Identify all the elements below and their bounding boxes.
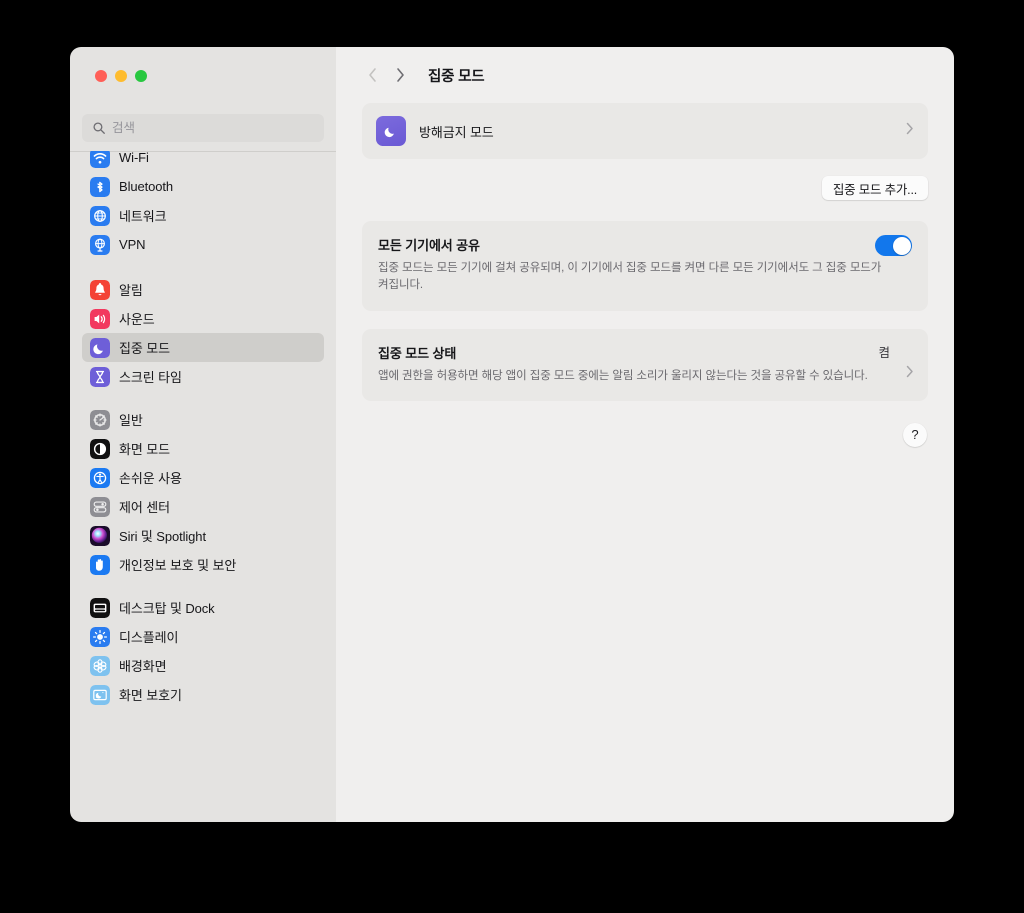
share-across-devices-card: 모든 기기에서 공유 집중 모드는 모든 기기에 걸쳐 공유되며, 이 기기에서… — [362, 221, 928, 311]
appearance-icon — [90, 438, 110, 459]
sidebar-item-network[interactable]: 네트워크 — [82, 201, 324, 230]
sidebar-group-notifications: 알림 사운드 집중 모드 스크린 타임 — [82, 275, 324, 391]
sidebar-item-label: Wi-Fi — [119, 151, 149, 165]
sidebar-item-screen-time[interactable]: 스크린 타임 — [82, 362, 324, 391]
sidebar-item-displays[interactable]: 디스플레이 — [82, 622, 324, 651]
add-focus-row: 집중 모드 추가... — [362, 176, 928, 200]
hourglass-icon — [90, 366, 110, 387]
search-field-wrapper — [82, 114, 324, 142]
sidebar-item-label: 스크린 타임 — [119, 370, 182, 385]
wifi-icon — [90, 151, 110, 168]
system-settings-window: Wi-Fi Bluetooth — [70, 47, 954, 822]
sidebar-item-label: 화면 보호기 — [119, 688, 182, 703]
sidebar-item-label: 일반 — [119, 413, 143, 428]
focus-status-description: 앱에 권한을 허용하면 해당 앱이 집중 모드 중에는 알림 소리가 울리지 않… — [378, 369, 868, 382]
network-globe-icon — [90, 205, 110, 226]
sidebar-item-label: 집중 모드 — [119, 341, 170, 356]
minimize-button[interactable] — [115, 70, 127, 82]
sidebar-item-label: 데스크탑 및 Dock — [119, 601, 215, 616]
screensaver-icon — [90, 684, 110, 705]
control-center-icon — [90, 496, 110, 517]
sidebar-group-desktop: 데스크탑 및 Dock 디스플레이 배경화면 화면 보호기 — [82, 593, 324, 709]
chevron-right-icon — [906, 365, 914, 383]
sidebar: Wi-Fi Bluetooth — [70, 47, 336, 822]
siri-icon — [90, 525, 110, 546]
forward-button[interactable] — [386, 61, 414, 89]
add-focus-button[interactable]: 집중 모드 추가... — [821, 176, 928, 200]
privacy-hand-icon — [90, 554, 110, 575]
toolbar: 집중 모드 — [336, 47, 954, 103]
sidebar-item-wifi[interactable]: Wi-Fi — [82, 151, 324, 172]
desktop-dock-icon — [90, 597, 110, 618]
moon-icon — [376, 116, 406, 146]
sidebar-item-sound[interactable]: 사운드 — [82, 304, 324, 333]
share-section-title: 모든 기기에서 공유 — [378, 238, 480, 253]
vpn-globe-icon — [90, 234, 110, 255]
chevron-right-icon — [906, 122, 914, 140]
sidebar-item-siri-spotlight[interactable]: Siri 및 Spotlight — [82, 521, 324, 550]
focus-modes-card: 방해금지 모드 — [362, 103, 928, 159]
window-traffic-lights — [95, 70, 147, 82]
share-section-description: 집중 모드는 모든 기기에 걸쳐 공유되며, 이 기기에서 집중 모드를 켜면 … — [378, 262, 882, 292]
display-brightness-icon — [90, 626, 110, 647]
sidebar-item-control-center[interactable]: 제어 센터 — [82, 492, 324, 521]
chevron-right-icon — [396, 68, 404, 82]
sidebar-item-label: 제어 센터 — [119, 500, 170, 515]
search-input[interactable] — [82, 114, 324, 142]
speaker-icon — [90, 308, 110, 329]
bluetooth-icon — [90, 176, 110, 197]
sidebar-item-appearance[interactable]: 화면 모드 — [82, 434, 324, 463]
focus-status-title: 집중 모드 상태 — [378, 345, 457, 361]
sidebar-item-privacy-security[interactable]: 개인정보 보호 및 보안 — [82, 550, 324, 579]
focus-mode-row-do-not-disturb[interactable]: 방해금지 모드 — [362, 103, 928, 159]
sidebar-group-network: Wi-Fi Bluetooth 네트워크 VPN — [82, 151, 324, 259]
chevron-left-icon — [368, 68, 376, 82]
focus-status-card[interactable]: 집중 모드 상태 앱에 권한을 허용하면 해당 앱이 집중 모드 중에는 알림 … — [362, 328, 928, 401]
sidebar-item-label: 네트워크 — [119, 209, 167, 224]
sidebar-scroll-area[interactable]: Wi-Fi Bluetooth 네트워크 VPN 알림 사운드 집중 모드 스크… — [70, 151, 336, 822]
maximize-button[interactable] — [135, 70, 147, 82]
close-button[interactable] — [95, 70, 107, 82]
sidebar-item-vpn[interactable]: VPN — [82, 230, 324, 259]
bell-icon — [90, 279, 110, 300]
toggle-knob — [892, 236, 911, 255]
main-pane: 집중 모드 방해금지 모드 집중 모드 추가... 모든 기기에서 공유 집중 … — [336, 47, 954, 822]
sidebar-item-general[interactable]: 일반 — [82, 405, 324, 434]
sidebar-item-label: 개인정보 보호 및 보안 — [119, 558, 237, 573]
sidebar-item-wallpaper[interactable]: 배경화면 — [82, 651, 324, 680]
share-across-devices-toggle[interactable] — [875, 235, 912, 256]
sidebar-item-desktop-dock[interactable]: 데스크탑 및 Dock — [82, 593, 324, 622]
sidebar-item-accessibility[interactable]: 손쉬운 사용 — [82, 463, 324, 492]
back-button[interactable] — [358, 61, 386, 89]
sidebar-item-label: 손쉬운 사용 — [119, 471, 182, 486]
sidebar-item-label: VPN — [119, 237, 146, 252]
focus-status-value: 켬 — [878, 345, 890, 360]
sidebar-item-label: 디스플레이 — [119, 630, 179, 645]
sidebar-group-general: 일반 화면 모드 손쉬운 사용 제어 센터 Siri 및 Spotlight 개… — [82, 405, 324, 579]
wallpaper-icon — [90, 655, 110, 676]
sidebar-item-label: 알림 — [119, 283, 143, 298]
sidebar-item-screensaver[interactable]: 화면 보호기 — [82, 680, 324, 709]
accessibility-icon — [90, 467, 110, 488]
gear-icon — [90, 409, 110, 430]
focus-mode-label: 방해금지 모드 — [419, 124, 494, 140]
sidebar-item-focus[interactable]: 집중 모드 — [82, 333, 324, 362]
page-title: 집중 모드 — [428, 68, 485, 85]
sidebar-nav-list: Wi-Fi Bluetooth 네트워크 VPN 알림 사운드 집중 모드 스크… — [70, 151, 336, 709]
sidebar-item-label: 사운드 — [119, 312, 155, 327]
moon-icon — [90, 337, 110, 358]
help-row: ? — [362, 422, 928, 447]
content-area: 방해금지 모드 집중 모드 추가... 모든 기기에서 공유 집중 모드는 모든… — [336, 103, 954, 447]
sidebar-item-label: 화면 모드 — [119, 442, 170, 457]
sidebar-item-label: Siri 및 Spotlight — [119, 529, 206, 544]
sidebar-item-bluetooth[interactable]: Bluetooth — [82, 172, 324, 201]
sidebar-item-notifications[interactable]: 알림 — [82, 275, 324, 304]
sidebar-item-label: Bluetooth — [119, 179, 174, 194]
help-button[interactable]: ? — [903, 422, 927, 447]
sidebar-item-label: 배경화면 — [119, 659, 167, 674]
